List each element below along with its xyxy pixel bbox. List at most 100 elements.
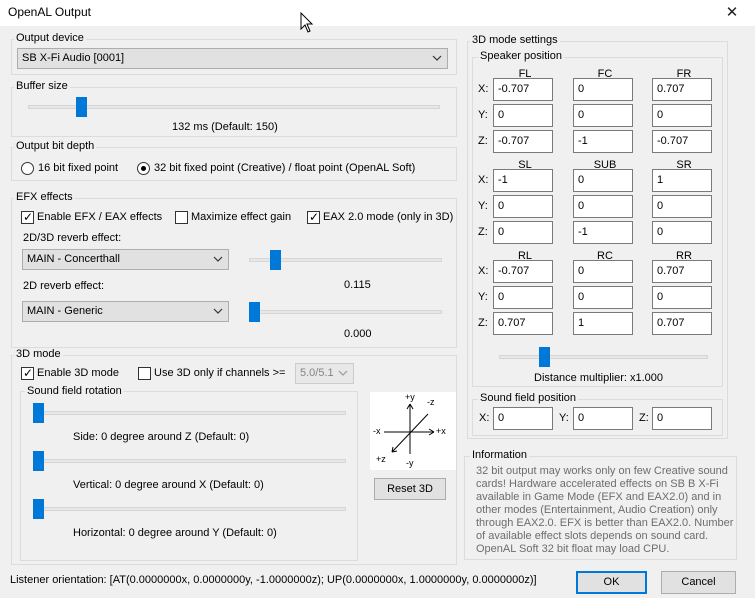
- speaker-x-input[interactable]: 1: [652, 169, 712, 192]
- output-device-value: SB X-Fi Audio [0001]: [22, 52, 125, 64]
- axis-y-label: Y:: [478, 291, 488, 303]
- reverb-2d-slider[interactable]: [249, 302, 260, 322]
- speaker-z-input[interactable]: 0: [652, 221, 712, 244]
- bit-depth-16-radio[interactable]: [21, 162, 34, 175]
- speaker-value: 0: [657, 109, 664, 121]
- speaker-y-input[interactable]: 0: [493, 104, 553, 127]
- axis-label-plus-y: +y: [405, 392, 415, 402]
- window-title: OpenAL Output: [8, 5, 91, 19]
- speaker-value: 1: [578, 317, 585, 329]
- speaker-x-input[interactable]: -0.707: [493, 78, 553, 101]
- field-z-input[interactable]: 0: [652, 407, 712, 430]
- mouse-cursor-icon: [300, 12, 314, 33]
- reset-3d-button[interactable]: Reset 3D: [374, 478, 446, 500]
- cancel-button[interactable]: Cancel: [661, 571, 736, 594]
- distance-multiplier-text: Distance multiplier: x1.000: [534, 372, 664, 384]
- speaker-x-input[interactable]: -1: [493, 169, 553, 192]
- use-3d-channels-checkbox[interactable]: [138, 367, 151, 380]
- speaker-y-input[interactable]: 0: [493, 195, 553, 218]
- buffer-size-value: 132 ms (Default: 150): [172, 121, 278, 133]
- reverb-3d-select[interactable]: MAIN - Concerthall: [22, 249, 229, 270]
- axes-diagram: +y -z -x +x +z -y: [370, 392, 456, 470]
- maximize-gain-label: Maximize effect gain: [191, 211, 292, 223]
- speaker-value: 0: [657, 226, 664, 238]
- enable-3d-checkbox[interactable]: ✓: [21, 366, 34, 380]
- info-line: available in Game Mode (EFX and EAX2.0) …: [476, 491, 722, 503]
- side-rotation-slider[interactable]: [33, 403, 44, 423]
- axis-label-plus-x: +x: [436, 426, 446, 436]
- speaker-value: 0: [578, 174, 585, 186]
- speaker-z-input[interactable]: -1: [573, 221, 633, 244]
- speaker-z-input[interactable]: -0.707: [652, 130, 712, 153]
- speaker-y-input[interactable]: 0: [573, 286, 633, 309]
- use-3d-channels-label: Use 3D only if channels >=: [154, 367, 286, 379]
- axis-x-label: X:: [478, 265, 489, 277]
- speaker-x-input[interactable]: 0: [573, 260, 633, 283]
- speaker-value: 0: [657, 200, 664, 212]
- vertical-rotation-slider[interactable]: [33, 451, 44, 471]
- output-device-select[interactable]: SB X-Fi Audio [0001]: [17, 48, 448, 69]
- speaker-value: 0.707: [657, 265, 685, 277]
- reverb-2d-select[interactable]: MAIN - Generic: [22, 301, 229, 322]
- buffer-size-slider[interactable]: [76, 97, 87, 117]
- speaker-x-input[interactable]: 0.707: [652, 260, 712, 283]
- eax2-mode-checkbox[interactable]: ✓: [307, 210, 320, 224]
- speaker-z-input[interactable]: 0.707: [652, 312, 712, 335]
- 3d-mode-label: 3D mode: [14, 348, 63, 360]
- speaker-z-input[interactable]: 1: [573, 312, 633, 335]
- horizontal-rotation-track: [33, 507, 346, 511]
- speaker-value: 0: [578, 200, 585, 212]
- title-bar: [0, 0, 755, 26]
- horizontal-rotation-slider[interactable]: [33, 499, 44, 519]
- speaker-value: 1: [657, 174, 664, 186]
- field-x-value: 0: [498, 412, 505, 424]
- speaker-value: 0.707: [657, 83, 685, 95]
- speaker-y-input[interactable]: 0: [652, 104, 712, 127]
- speaker-y-input[interactable]: 0: [573, 195, 633, 218]
- speaker-x-input[interactable]: 0: [573, 78, 633, 101]
- speaker-x-input[interactable]: -0.707: [493, 260, 553, 283]
- output-bit-depth-label: Output bit depth: [14, 140, 97, 152]
- side-rotation-text: Side: 0 degree around Z (Default: 0): [73, 431, 250, 443]
- speaker-y-input[interactable]: 0: [573, 104, 633, 127]
- speaker-y-input[interactable]: 0: [652, 195, 712, 218]
- chevron-down-icon: [338, 366, 348, 383]
- field-x-input[interactable]: 0: [493, 407, 553, 430]
- output-device-label: Output device: [14, 32, 86, 44]
- axis-z-label: Z:: [478, 226, 488, 238]
- speaker-z-input[interactable]: -0.707: [493, 130, 553, 153]
- information-label: Information: [470, 449, 530, 461]
- distance-multiplier-slider[interactable]: [539, 347, 550, 367]
- speaker-z-input[interactable]: 0.707: [493, 312, 553, 335]
- speaker-value: -0.707: [498, 265, 530, 277]
- maximize-gain-checkbox[interactable]: [175, 211, 188, 224]
- sound-field-position-label: Sound field position: [478, 392, 579, 404]
- reverb-2d-amount: 0.000: [344, 328, 372, 340]
- field-y-input[interactable]: 0: [573, 407, 633, 430]
- speaker-y-input[interactable]: 0: [652, 286, 712, 309]
- speaker-value: -1: [578, 135, 588, 147]
- speaker-y-input[interactable]: 0: [493, 286, 553, 309]
- speaker-z-input[interactable]: -1: [573, 130, 633, 153]
- close-icon[interactable]: ✕: [719, 2, 745, 24]
- bit-depth-32-radio[interactable]: [137, 162, 150, 175]
- speaker-value: -0.707: [498, 135, 530, 147]
- vertical-rotation-text: Vertical: 0 degree around X (Default: 0): [73, 479, 264, 491]
- reverb-2d-label: 2D reverb effect:: [23, 280, 105, 292]
- reverb-3d-slider[interactable]: [270, 250, 281, 270]
- channels-select[interactable]: 5.0/5.1: [295, 363, 354, 384]
- chevron-down-icon: [432, 51, 442, 68]
- field-y-value: 0: [578, 412, 585, 424]
- checkmark-icon: ✓: [23, 210, 34, 224]
- sound-field-rotation-label: Sound field rotation: [25, 385, 124, 397]
- speaker-z-input[interactable]: 0: [493, 221, 553, 244]
- efx-effects-label: EFX effects: [14, 191, 75, 203]
- reverb-2d-value: MAIN - Generic: [27, 305, 103, 317]
- speaker-value: 0: [498, 200, 505, 212]
- speaker-x-input[interactable]: 0.707: [652, 78, 712, 101]
- speaker-x-input[interactable]: 0: [573, 169, 633, 192]
- ok-button[interactable]: OK: [576, 571, 647, 594]
- info-line: OpenAL Soft 32 bit float may load CPU.: [476, 543, 670, 555]
- field-z-label: Z:: [639, 412, 649, 424]
- enable-efx-checkbox[interactable]: ✓: [21, 210, 34, 224]
